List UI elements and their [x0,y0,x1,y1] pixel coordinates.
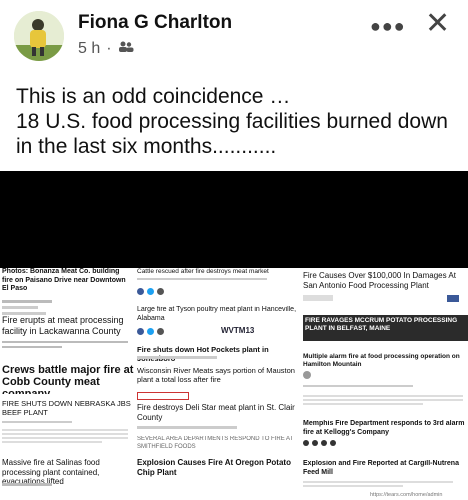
news-card: Multiple alarm fire at food processing o… [303,353,468,383]
text-line [2,441,102,443]
facebook-icon [303,440,309,446]
more-icon[interactable]: ●●● [370,16,406,37]
text-line [2,341,128,343]
share-icon [447,295,459,302]
text-line [2,421,72,423]
news-card: Fire shuts down Hot Pockets plant in Jon… [137,345,302,367]
news-card: Fire destroys Deli Star meat plant in St… [137,403,307,437]
friends-icon [118,40,134,58]
timestamp[interactable]: 5 h [78,40,100,58]
news-card: FIRE RAVAGES MCCRUM POTATO PROCESSING PL… [303,315,468,341]
card-headline: Explosion and Fire Reported at Cargill-N… [303,460,459,476]
image-watermark: https://tears.com/home/admin [370,492,443,498]
twitter-icon [147,328,154,335]
news-card: SEVERAL AREA DEPARTMENTS RESPOND TO FIRE… [137,436,307,458]
email-icon [157,288,164,295]
byline-line [137,356,217,359]
post-header: Fiona G Charlton 5 h · ●●● ✕ [0,0,468,72]
text-line [2,437,128,439]
card-headline: Large fire at Tyson poultry meat plant i… [137,306,297,322]
card-headline: FIRE RAVAGES MCCRUM POTATO PROCESSING PL… [305,317,458,332]
post-text: This is an odd coincidence … 18 U.S. foo… [16,85,448,158]
share-icon [330,440,336,446]
text-line [303,399,463,401]
news-card: Large fire at Tyson poultry meat plant i… [137,306,297,342]
byline-line [2,300,52,303]
facebook-icon [137,328,144,335]
news-card: Crews battle major fire at Cobb County m… [2,364,134,394]
news-card: Wisconsin River Meats says portion of Ma… [137,366,302,402]
card-headline: Multiple alarm fire at food processing o… [303,353,460,368]
image-top-black-band [0,171,468,268]
news-card [303,385,468,419]
byline-line [137,426,237,429]
close-icon[interactable]: ✕ [425,6,450,41]
share-icons [303,440,336,446]
text-line [303,403,423,405]
news-card: Massive fire at Salinas food processing … [2,458,134,498]
dot-separator: · [106,40,112,57]
card-headline: Cattle rescued after fire destroys meat … [137,268,269,275]
card-headline: Fire shuts down Hot Pockets plant in Jon… [137,345,269,363]
post-meta: 5 h · [78,40,134,58]
byline-line [2,483,52,486]
twitter-icon [312,440,318,446]
text-line [303,481,453,483]
share-icons [137,288,164,295]
author-name[interactable]: Fiona G Charlton [78,12,232,34]
byline-line [2,306,38,309]
byline-line [303,295,333,301]
card-headline: Crews battle major fire at Cobb County m… [2,364,134,394]
news-card: Fire erupts at meat processing facility … [2,315,132,355]
card-headline: SEVERAL AREA DEPARTMENTS RESPOND TO FIRE… [137,436,294,450]
share-icons [137,328,164,335]
card-headline: Memphis Fire Department responds to 3rd … [303,420,465,436]
text-line [303,385,413,387]
text-line [2,433,128,435]
card-headline: Fire destroys Deli Star meat plant in St… [137,403,295,422]
facebook-icon [137,288,144,295]
card-headline: Photos: Bonanza Meat Co. building fire o… [2,268,126,292]
date-box [137,392,189,400]
text-line [2,346,62,348]
card-headline: Explosion Causes Fire At Oregon Potato C… [137,458,291,477]
news-card: Fire Causes Over $100,000 In Damages At … [303,271,468,313]
station-logo: WVTM13 [221,326,255,335]
card-headline: Fire erupts at meat processing facility … [2,315,124,336]
news-card: Memphis Fire Department responds to 3rd … [303,420,468,458]
text-line [2,429,128,431]
news-card: Explosion Causes Fire At Oregon Potato C… [137,458,307,498]
twitter-icon [147,288,154,295]
author-avatar [303,371,311,379]
email-icon [321,440,327,446]
profile-avatar[interactable] [14,11,64,61]
news-collage-image[interactable]: Photos: Bonanza Meat Co. building fire o… [0,268,468,500]
text-line [303,485,403,487]
text-line [137,278,267,280]
text-line [303,395,463,397]
news-card: FIRE SHUTS DOWN NEBRASKA JBS BEEF PLANT [2,399,134,454]
card-headline: FIRE SHUTS DOWN NEBRASKA JBS BEEF PLANT [2,399,131,417]
card-headline: Fire Causes Over $100,000 In Damages At … [303,271,456,290]
email-icon [157,328,164,335]
news-card: Cattle rescued after fire destroys meat … [137,268,297,298]
card-headline: Wisconsin River Meats says portion of Ma… [137,366,295,384]
